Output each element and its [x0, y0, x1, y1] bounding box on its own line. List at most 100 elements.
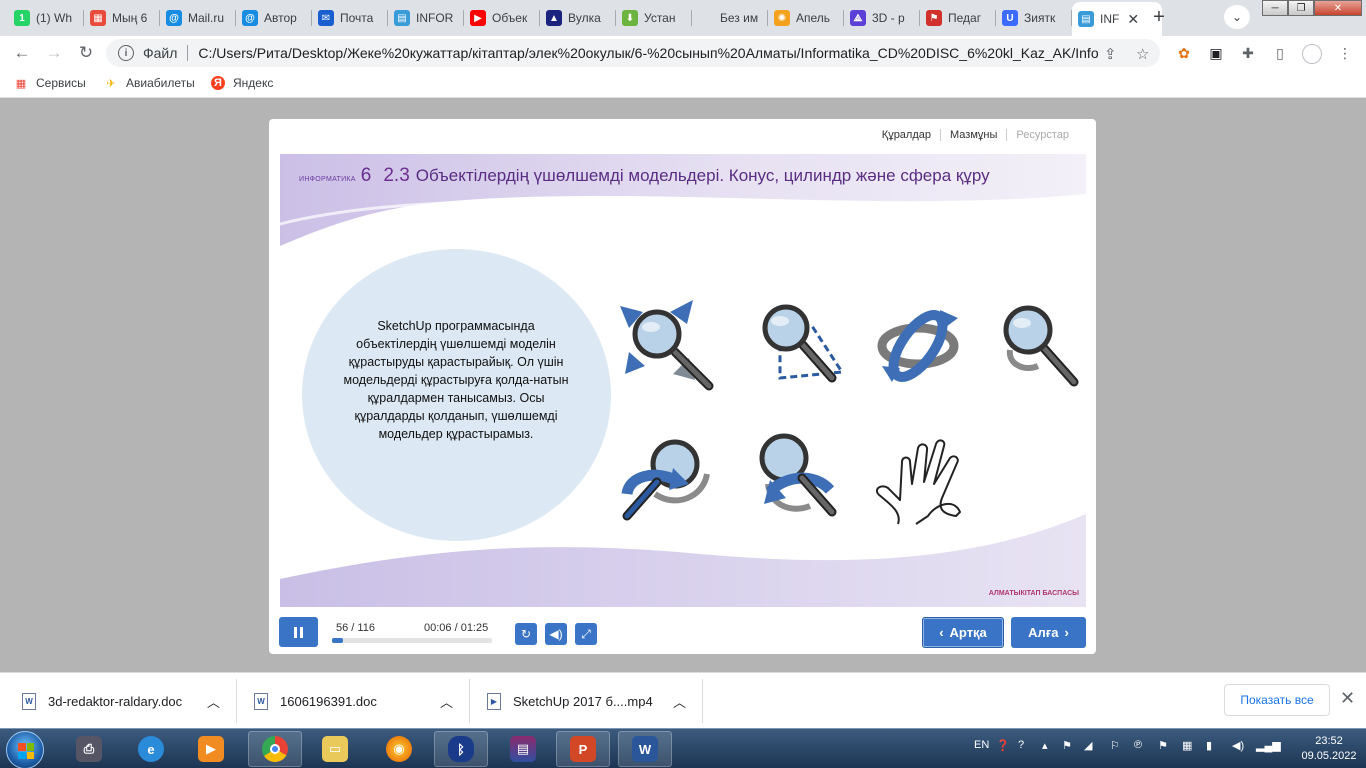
taskbar-bluetooth[interactable]: ᛒ — [434, 731, 488, 767]
browser-tab[interactable]: ▤ INFOR — [388, 4, 464, 32]
media-extension-icon[interactable]: ▣ — [1207, 44, 1225, 62]
browser-tab[interactable]: ▲ Вулка — [540, 4, 616, 32]
fullscreen-button[interactable]: ⤢ — [575, 623, 597, 645]
maximize-button[interactable]: ❐ — [1288, 0, 1314, 16]
previous-view-icon[interactable] — [615, 424, 715, 524]
wifi-icon[interactable]: ▂▄▆ — [1256, 739, 1281, 752]
bookmark-services[interactable]: ▦ Сервисы — [14, 76, 86, 90]
puzzle-extensions-icon[interactable]: ✚ — [1239, 44, 1257, 62]
profile-avatar[interactable] — [1302, 44, 1322, 64]
slide-body-text: SketchUp программасында объектілердің үш… — [343, 319, 569, 441]
replay-button[interactable]: ↻ — [515, 623, 537, 645]
browser-tab[interactable]: ⟁ 3D - р — [844, 4, 920, 32]
player-top-nav: Құралдар Мазмұны Ресурстар — [873, 129, 1078, 141]
show-all-downloads-button[interactable]: Показать все — [1224, 684, 1330, 716]
pause-button[interactable] — [279, 617, 318, 647]
tab-label: 3D - р — [872, 11, 905, 25]
action-center-icon[interactable]: ⚐ — [1110, 739, 1120, 752]
chrome-icon — [262, 736, 288, 762]
flag-icon: ⚑ — [926, 10, 942, 26]
taskbar-chrome[interactable] — [248, 731, 302, 767]
network-status-icon[interactable]: ▦ — [1182, 739, 1192, 752]
chevron-up-icon[interactable]: ︿ — [673, 673, 686, 729]
bookmark-yandex[interactable]: Я Яндекс — [211, 76, 273, 90]
close-downloads-icon[interactable]: ✕ — [1340, 688, 1355, 709]
minimize-button[interactable]: ─ — [1262, 0, 1288, 16]
nav-contents-link[interactable]: Мазмұны — [940, 129, 1006, 141]
pan-hand-icon[interactable] — [872, 428, 972, 528]
firefox-icon: ◉ — [386, 736, 412, 762]
download-item[interactable]: ▶ SketchUp 2017 б....mp4 — [487, 673, 653, 729]
taskbar-explorer[interactable]: ▭ — [308, 731, 362, 767]
browser-tab[interactable]: ✉ Почта — [312, 4, 388, 32]
info-icon[interactable]: i — [118, 45, 134, 61]
volume-icon[interactable]: ◀) — [1232, 739, 1244, 752]
zoom-window-icon[interactable] — [750, 294, 850, 394]
battery-icon[interactable]: ▮ — [1206, 739, 1212, 752]
flag-icon[interactable]: ⚑ — [1158, 739, 1168, 752]
zoom-extents-icon[interactable] — [615, 294, 715, 394]
taskbar-powerpoint[interactable]: P — [556, 731, 610, 767]
menu-dots-icon[interactable]: ⋮ — [1336, 44, 1354, 62]
forward-arrow-icon[interactable]: → — [42, 41, 66, 65]
show-hidden-icons[interactable]: ▴ — [1042, 739, 1048, 752]
download-item[interactable]: W 3d-redaktor-raldary.doc — [22, 673, 182, 729]
back-button[interactable]: ‹ Артқа — [922, 617, 1004, 648]
download-item[interactable]: W 1606196391.doc — [254, 673, 377, 729]
browser-tab[interactable]: Без им — [692, 4, 768, 32]
network-icon[interactable]: ⚑ — [1062, 739, 1072, 752]
taskbar-winrar[interactable]: ▤ — [496, 731, 550, 767]
taskbar-ie[interactable]: e — [124, 731, 178, 767]
close-tab-icon[interactable]: ✕ — [1127, 11, 1139, 28]
nav-tools-link[interactable]: Құралдар — [873, 129, 940, 141]
browser-tab[interactable]: 1 (1) Wh — [8, 4, 84, 32]
bookmark-flights[interactable]: ✈ Авиабилеты — [104, 76, 195, 90]
share-icon[interactable]: ⇪ — [1104, 45, 1117, 63]
antivirus-icon[interactable]: ◢ — [1084, 739, 1092, 752]
help-icon[interactable]: ❓ — [996, 739, 1010, 752]
browser-tab[interactable]: ▶ Объек — [464, 4, 540, 32]
back-button-label: Артқа — [949, 625, 987, 640]
bookmark-label: Авиабилеты — [126, 76, 195, 90]
browser-tab[interactable]: ✺ Апель — [768, 4, 844, 32]
progress-bar[interactable] — [332, 638, 492, 643]
browser-tab[interactable]: U Зиятк — [996, 4, 1072, 32]
close-window-button[interactable]: ✕ — [1314, 0, 1362, 16]
bookmark-star-icon[interactable]: ☆ — [1136, 45, 1149, 63]
grade-number: 6 — [360, 165, 372, 186]
browser-tab[interactable]: ▦ Мың 6 — [84, 4, 160, 32]
chevron-up-icon[interactable]: ︿ — [207, 673, 220, 729]
system-clock[interactable]: 23:52 09.05.2022 — [1296, 734, 1362, 764]
tab-label: Мың 6 — [112, 11, 148, 25]
folder-icon: ▭ — [322, 736, 348, 762]
tab-search-icon[interactable]: ⌄ — [1224, 5, 1250, 29]
downloads-bar: W 3d-redaktor-raldary.doc ︿ W 1606196391… — [0, 672, 1366, 728]
tab-label: INFOR — [416, 11, 454, 25]
lesson-player: Құралдар Мазмұны Ресурстар ИНФОРМАТИКА 6… — [269, 119, 1096, 654]
start-button[interactable] — [6, 731, 44, 768]
address-url[interactable]: C:/Users/Рита/Desktop/Жеке%20кужаттар/кі… — [198, 45, 1098, 61]
extension-icon[interactable]: ✿ — [1175, 44, 1193, 62]
taskbar-word[interactable]: W — [618, 731, 672, 767]
taskbar-media[interactable]: ▶ — [184, 731, 238, 767]
chevron-up-icon[interactable]: ︿ — [440, 673, 453, 729]
next-button[interactable]: Алға › — [1011, 617, 1086, 648]
address-bar[interactable]: i Файл C:/Users/Рита/Desktop/Жеке%20кужа… — [106, 39, 1160, 67]
help-circle-icon[interactable]: ? — [1018, 739, 1024, 751]
next-view-icon[interactable] — [750, 424, 850, 524]
new-tab-button[interactable]: + — [1146, 4, 1172, 30]
zoom-icon[interactable] — [990, 294, 1086, 394]
volume-button[interactable]: ◀) — [545, 623, 567, 645]
browser-tab[interactable]: @ Mail.ru — [160, 4, 236, 32]
back-arrow-icon[interactable]: ← — [10, 41, 34, 65]
taskbar-scanner[interactable]: ⎙ — [62, 731, 116, 767]
browser-tab[interactable]: @ Автор — [236, 4, 312, 32]
language-indicator[interactable]: EN — [974, 739, 989, 751]
orbit-icon[interactable] — [870, 294, 970, 394]
browser-tab[interactable]: ⚑ Педаг — [920, 4, 996, 32]
browser-tab[interactable]: ⬇ Устан — [616, 4, 692, 32]
reload-icon[interactable]: ↻ — [74, 41, 98, 65]
taskbar-firefox[interactable]: ◉ — [372, 731, 426, 767]
sync-icon[interactable]: ℗ — [1134, 739, 1142, 751]
sidebar-icon[interactable]: ▯ — [1271, 44, 1289, 62]
